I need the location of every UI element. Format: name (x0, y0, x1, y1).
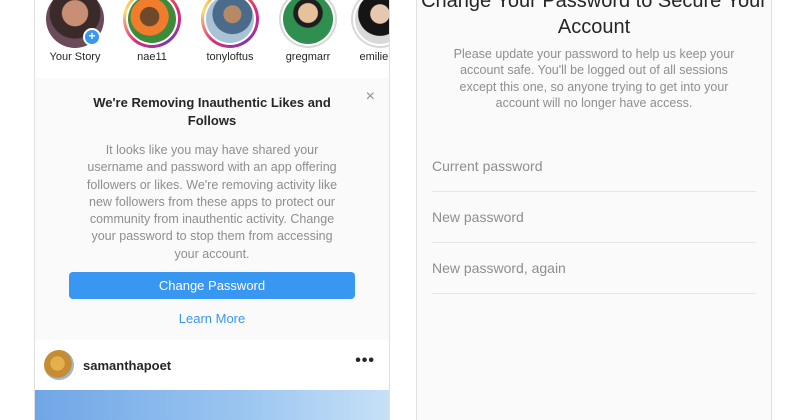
story-ring (351, 0, 389, 48)
confirm-password-field (432, 243, 756, 294)
story-emilie[interactable]: emilie.ta (340, 0, 389, 63)
close-icon[interactable]: × (366, 88, 375, 106)
page-title: Change Your Password to Secure Your Acco… (421, 0, 767, 38)
avatar (283, 0, 333, 44)
more-options-icon[interactable]: ••• (355, 352, 375, 370)
story-ring (123, 0, 181, 48)
story-ring: + (46, 0, 104, 48)
post-username[interactable]: samanthapoet (83, 358, 171, 373)
story-ring (279, 0, 337, 48)
story-gregmarr[interactable]: gregmarr (268, 0, 348, 63)
story-ring-inner (353, 0, 389, 46)
story-tonyloftus[interactable]: tonyloftus (190, 0, 270, 63)
story-username: tonyloftus (206, 51, 254, 63)
story-ring (201, 0, 259, 48)
avatar[interactable] (44, 350, 74, 380)
change-password-button[interactable]: Change Password (69, 272, 355, 299)
post-header: samanthapoet ••• (35, 340, 389, 390)
story-ring-inner (281, 0, 335, 46)
story-ring-inner (204, 0, 256, 45)
stories-tray: + Your Story nae11 tonyloftus gregmarr e… (35, 0, 389, 79)
new-password-input[interactable] (432, 192, 756, 242)
avatar (355, 0, 389, 44)
current-password-input[interactable] (432, 141, 756, 191)
story-your-story[interactable]: + Your Story (35, 0, 115, 63)
post-image (35, 390, 389, 420)
feed-screen: + Your Story nae11 tonyloftus gregmarr e… (34, 0, 390, 420)
notice-body: It looks like you may have shared your u… (86, 143, 338, 261)
new-password-field (432, 192, 756, 243)
avatar (206, 0, 254, 43)
story-username: nae11 (137, 51, 167, 63)
page-subtitle: Please update your password to help us k… (453, 47, 735, 110)
story-username: gregmarr (285, 51, 331, 63)
story-username: Your Story (49, 51, 101, 63)
change-password-screen: Change Your Password to Secure Your Acco… (416, 0, 772, 420)
current-password-field (432, 141, 756, 192)
confirm-password-input[interactable] (432, 243, 756, 293)
add-story-icon[interactable]: + (83, 28, 101, 46)
inauthentic-activity-notice: × We're Removing Inauthentic Likes and F… (35, 78, 389, 341)
avatar (128, 0, 176, 43)
story-ring-inner (126, 0, 178, 45)
story-nae11[interactable]: nae11 (112, 0, 192, 63)
story-username: emilie.ta (359, 51, 389, 63)
learn-more-link[interactable]: Learn More (35, 311, 389, 326)
notice-title: We're Removing Inauthentic Likes and Fol… (93, 95, 331, 128)
